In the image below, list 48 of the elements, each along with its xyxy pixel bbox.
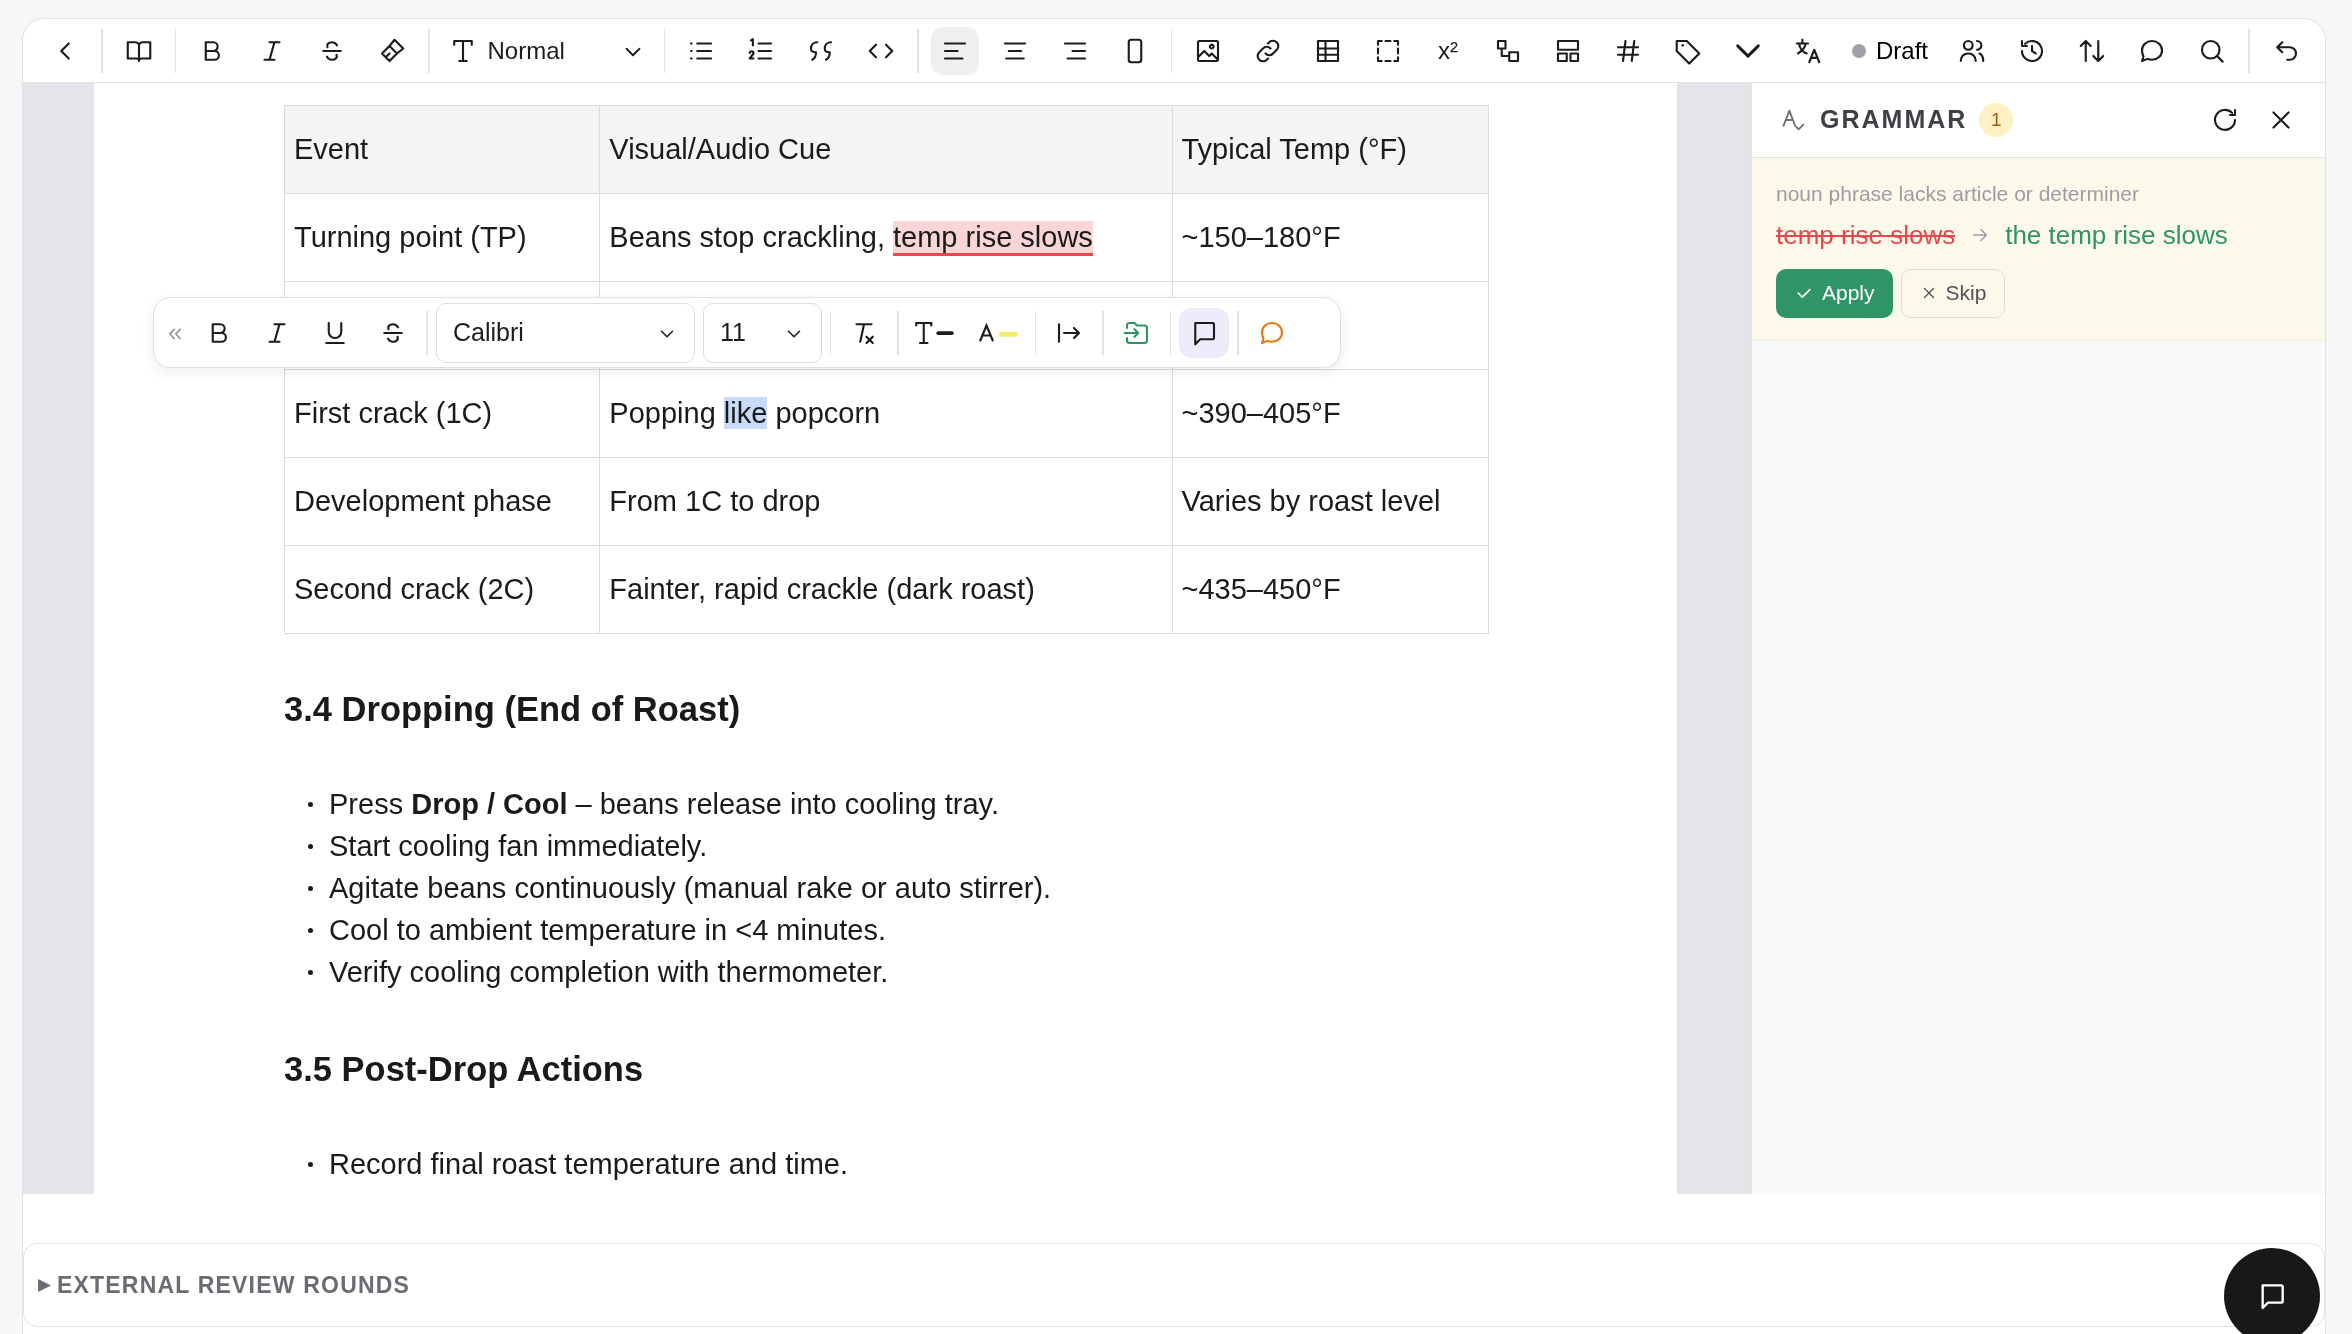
chevron-down-icon — [1736, 43, 1760, 58]
comment-button[interactable] — [1179, 307, 1230, 358]
list-item-text: Cool to ambient temperature in <4 minutes. — [329, 913, 886, 948]
table-cell: Fainter, rapid crackle (dark roast) — [599, 545, 1172, 634]
list-item-text: Record final roast temperature and time. — [329, 1146, 849, 1182]
list-item-text: Agitate beans continuously (manual rake or auto stirrer). — [329, 871, 1052, 906]
count-badge: 1 — [1979, 103, 2014, 137]
list-item-text: Press Drop / Cool – beans release into cooling tray. — [329, 787, 999, 822]
align-left-button[interactable] — [930, 26, 979, 75]
table-cell: Varies by roast level — [1172, 457, 1489, 546]
collapsible-section[interactable]: ▶ EXTERNAL REVIEW ROUNDS — [23, 1243, 2325, 1327]
bullet-icon — [308, 886, 313, 892]
table-cell: Beans stop crackling, temp rise slows — [599, 193, 1172, 282]
original-text: temp rise slows — [1776, 218, 1956, 252]
suggestion-reason: noun phrase lacks article or determiner — [1776, 181, 2140, 207]
status-button[interactable]: Draft — [1844, 32, 1936, 69]
list-item-text: Start cooling fan immediately. — [329, 829, 708, 864]
list-item-text: Verify cooling completion with thermometer. — [329, 955, 889, 990]
table-cell: Development phase — [284, 457, 600, 546]
bullet-icon — [308, 970, 313, 976]
column-header: Event — [284, 105, 600, 194]
column-header: Typical Temp (°F) — [1172, 105, 1489, 194]
table-cell: Second crack (2C) — [284, 545, 600, 634]
skip-button[interactable]: Skip — [1900, 268, 2006, 318]
section-heading: 3.5 Post-Drop Actions — [284, 1048, 645, 1090]
section-label: EXTERNAL REVIEW ROUNDS — [57, 1270, 411, 1300]
table-cell: ~435–450°F — [1172, 545, 1489, 634]
superscript-button[interactable]: x² — [1424, 26, 1472, 75]
section-heading: 3.4 Dropping (End of Roast) — [284, 689, 742, 730]
bullet-icon — [308, 844, 313, 850]
style-dropdown[interactable]: Normal — [441, 32, 652, 69]
apply-button[interactable]: Apply — [1776, 268, 1893, 318]
bullet-icon — [308, 1162, 313, 1167]
bullet-icon — [308, 928, 313, 934]
table-cell: First crack (1C) — [284, 369, 600, 458]
table-cell: From 1C to drop — [599, 457, 1172, 546]
bullet-icon — [308, 802, 313, 808]
expand-toggle-icon[interactable]: ▶ — [38, 1272, 51, 1298]
column-header: Visual/Audio Cue — [599, 105, 1172, 194]
table-cell: Popping like popcorn — [599, 369, 1172, 458]
table-cell: Turning point (TP) — [284, 193, 600, 282]
table-cell: ~150–180°F — [1172, 193, 1489, 282]
table-cell: ~390–405°F — [1172, 369, 1489, 458]
replacement-text: the temp rise slows — [2005, 218, 2228, 252]
status-dot — [1852, 43, 1866, 58]
size-dropdown[interactable]: 11 — [702, 302, 822, 363]
font-dropdown[interactable]: Calibri — [435, 302, 695, 363]
panel-title: GRAMMAR — [1820, 104, 1968, 136]
